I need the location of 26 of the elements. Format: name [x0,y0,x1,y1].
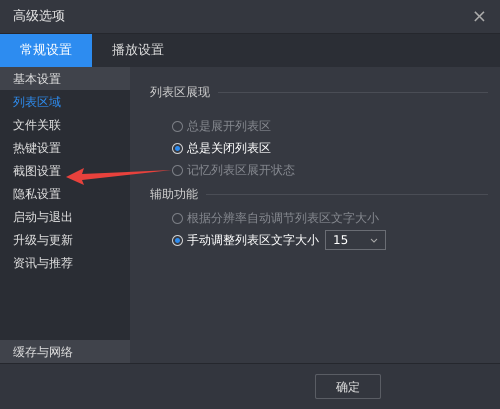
sidebar-item[interactable]: 列表区域 [0,90,130,113]
sidebar-item[interactable]: 缓存与网络 [0,340,130,363]
sidebar-item[interactable]: 资讯与推荐 [0,251,130,274]
window-title: 高级选项 [13,8,65,26]
option-label: 手动调整列表区文字大小 [187,232,319,249]
sidebar-item[interactable]: 隐私设置 [0,182,130,205]
option-label: 总是关闭列表区 [187,140,271,157]
option-label: 总是展开列表区 [187,118,271,135]
tab[interactable]: 播放设置 [92,34,184,67]
sidebar-item[interactable]: 文件关联 [0,113,130,136]
chevron-down-icon [370,238,378,242]
close-button[interactable]: × [472,8,487,26]
sidebar-item[interactable]: 启动与退出 [0,205,130,228]
size-dropdown[interactable]: 15 [325,230,386,250]
sidebar-item[interactable]: 升级与更新 [0,228,130,251]
radio-button[interactable] [172,164,183,176]
option-label: 根据分辨率自动调节列表区文字大小 [187,210,379,227]
radio-button[interactable] [172,212,183,224]
sidebar-item[interactable]: 热键设置 [0,136,130,159]
option-label: 记忆列表区展开状态 [187,162,295,179]
section-heading: 列表区展现 [150,84,210,101]
section-heading: 辅助功能 [150,186,198,203]
ok-button[interactable]: 确定 [315,374,381,399]
radio-button[interactable] [172,120,183,132]
sidebar-item[interactable]: 基本设置 [0,67,130,90]
sidebar-item[interactable]: 截图设置 [0,159,130,182]
